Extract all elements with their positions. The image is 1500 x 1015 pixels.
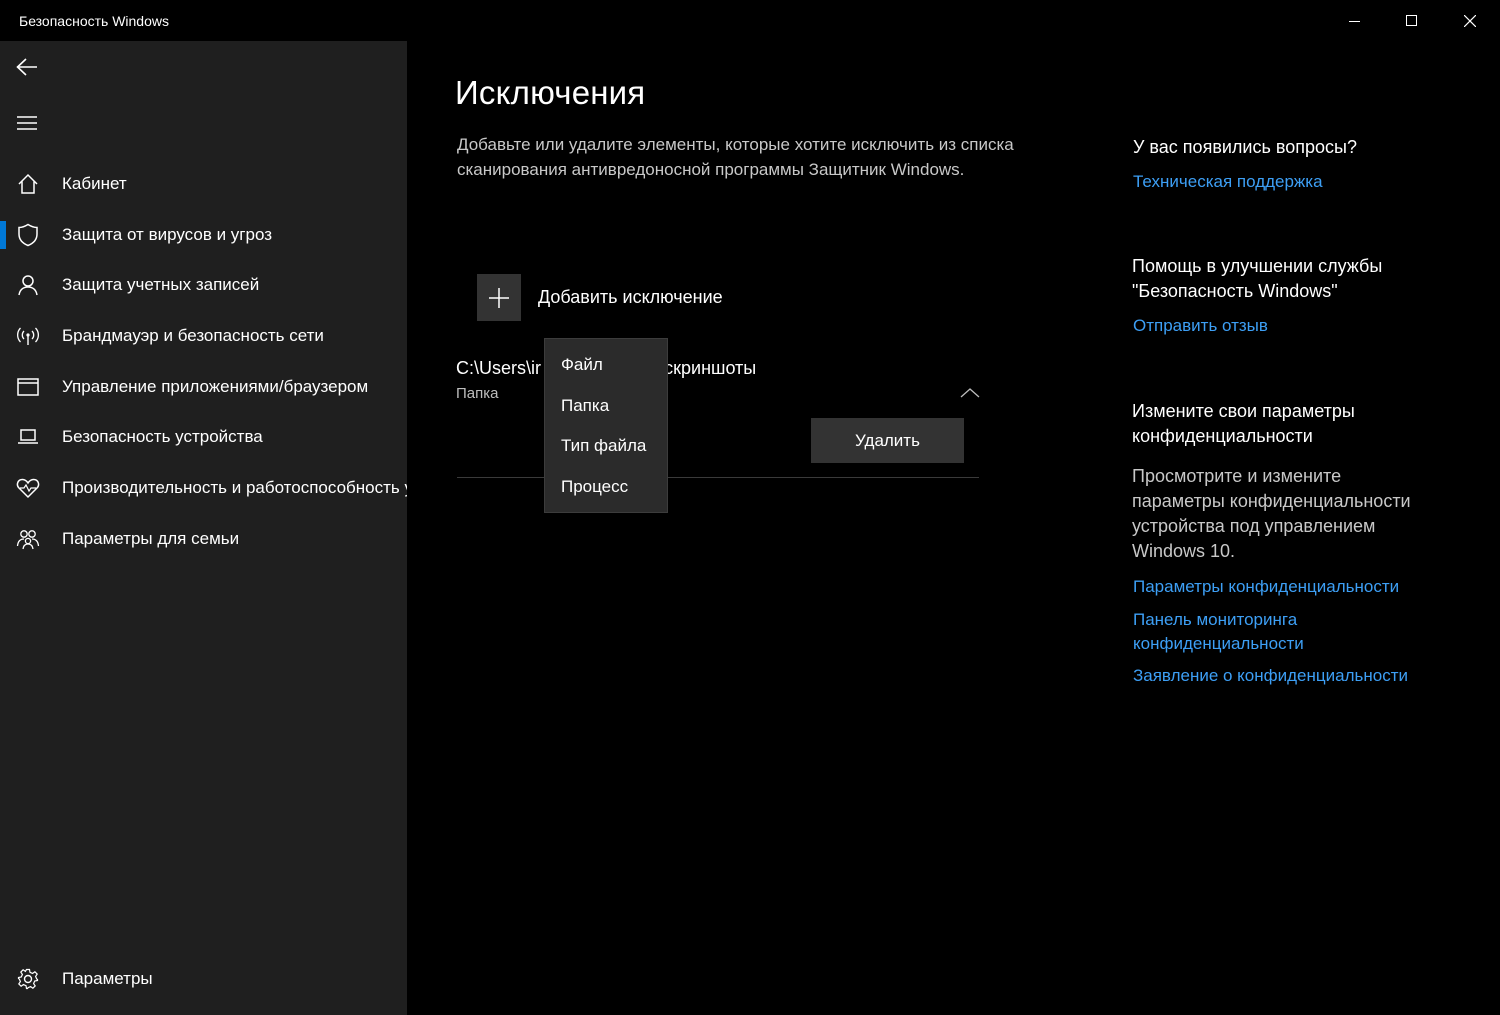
sidebar-item-label: Кабинет	[62, 174, 127, 193]
add-exclusion-flyout-menu: Файл Папка Тип файла Процесс	[544, 338, 668, 513]
sidebar-item-label: Защита от вирусов и угроз	[62, 225, 273, 244]
improve-heading: Помощь в улучшении службы "Безопасность …	[1132, 256, 1383, 301]
back-arrow-icon	[16, 58, 37, 76]
plus-icon	[477, 274, 521, 321]
add-exclusion-button[interactable]: Добавить исключение	[477, 274, 723, 321]
sidebar-item-label: Управление приложениями/браузером	[62, 377, 369, 396]
gear-icon	[16, 967, 40, 991]
privacy-statement-link[interactable]: Заявление о конфиденциальности	[1133, 664, 1408, 688]
close-button[interactable]	[1441, 0, 1499, 41]
chevron-up-icon[interactable]	[958, 384, 982, 402]
wireless-icon	[16, 324, 40, 348]
person-icon	[16, 273, 40, 297]
flyout-item-folder[interactable]: Папка	[545, 386, 667, 427]
sidebar-item-label: Производительность и работоспособность у…	[62, 478, 407, 497]
add-exclusion-label: Добавить исключение	[538, 287, 723, 307]
main-content: Исключения Добавьте или удалите элементы…	[407, 41, 1500, 1015]
privacy-description: Просмотрите и измените параметры конфиде…	[1132, 466, 1411, 561]
sidebar: Кабинет Защита от вирусов и угроз Защита…	[0, 41, 407, 1015]
page-title: Исключения	[455, 74, 646, 111]
sidebar-item-label: Безопасность устройства	[62, 427, 263, 446]
sidebar-item-firewall[interactable]: Брандмауэр и безопасность сети	[0, 312, 407, 360]
sidebar-item-family-options[interactable]: Параметры для семьи	[0, 515, 407, 563]
window-title: Безопасность Windows	[19, 13, 169, 29]
sidebar-item-app-browser-control[interactable]: Управление приложениями/браузером	[0, 363, 407, 411]
hamburger-icon	[17, 116, 37, 130]
flyout-item-file-type[interactable]: Тип файла	[545, 426, 667, 467]
laptop-icon	[16, 425, 40, 449]
app-window-icon	[16, 375, 40, 399]
sidebar-item-virus-protection[interactable]: Защита от вирусов и угроз	[0, 211, 407, 259]
exclusion-type: Папка	[456, 385, 499, 402]
heart-icon	[16, 476, 40, 500]
feedback-link[interactable]: Отправить отзыв	[1133, 314, 1268, 338]
privacy-heading: Измените свои параметры конфиденциальнос…	[1132, 401, 1355, 446]
flyout-item-process[interactable]: Процесс	[545, 467, 667, 508]
sidebar-item-label: Параметры	[62, 969, 153, 988]
divider	[457, 477, 979, 478]
page-description: Добавьте или удалите элементы, которые х…	[457, 135, 1014, 179]
delete-button[interactable]: Удалить	[811, 418, 964, 463]
support-link[interactable]: Техническая поддержка	[1133, 170, 1323, 194]
title-bar: Безопасность Windows	[0, 0, 1500, 41]
minimize-icon	[1349, 20, 1360, 22]
sidebar-item-label: Брандмауэр и безопасность сети	[62, 326, 324, 345]
sidebar-item-device-security[interactable]: Безопасность устройства	[0, 413, 407, 461]
maximize-button[interactable]	[1383, 0, 1441, 41]
privacy-settings-link[interactable]: Параметры конфиденциальности	[1133, 575, 1399, 599]
back-button[interactable]	[6, 49, 48, 85]
sidebar-item-device-performance[interactable]: Производительность и работоспособность у…	[0, 464, 407, 512]
hamburger-menu-button[interactable]	[6, 105, 48, 141]
questions-heading: У вас появились вопросы?	[1133, 137, 1357, 157]
sidebar-item-home[interactable]: Кабинет	[0, 160, 407, 208]
close-icon	[1464, 14, 1476, 27]
privacy-dashboard-link[interactable]: Панель мониторинга конфиденциальности	[1133, 608, 1343, 656]
sidebar-item-account-protection[interactable]: Защита учетных записей	[0, 261, 407, 309]
minimize-button[interactable]	[1326, 0, 1384, 41]
home-icon	[16, 172, 40, 196]
sidebar-item-label: Параметры для семьи	[62, 529, 240, 548]
sidebar-item-settings[interactable]: Параметры	[0, 955, 407, 1003]
shield-icon	[16, 223, 40, 247]
maximize-icon	[1406, 14, 1417, 26]
sidebar-item-label: Защита учетных записей	[62, 275, 260, 294]
family-icon	[16, 527, 40, 551]
flyout-item-file[interactable]: Файл	[545, 345, 667, 386]
